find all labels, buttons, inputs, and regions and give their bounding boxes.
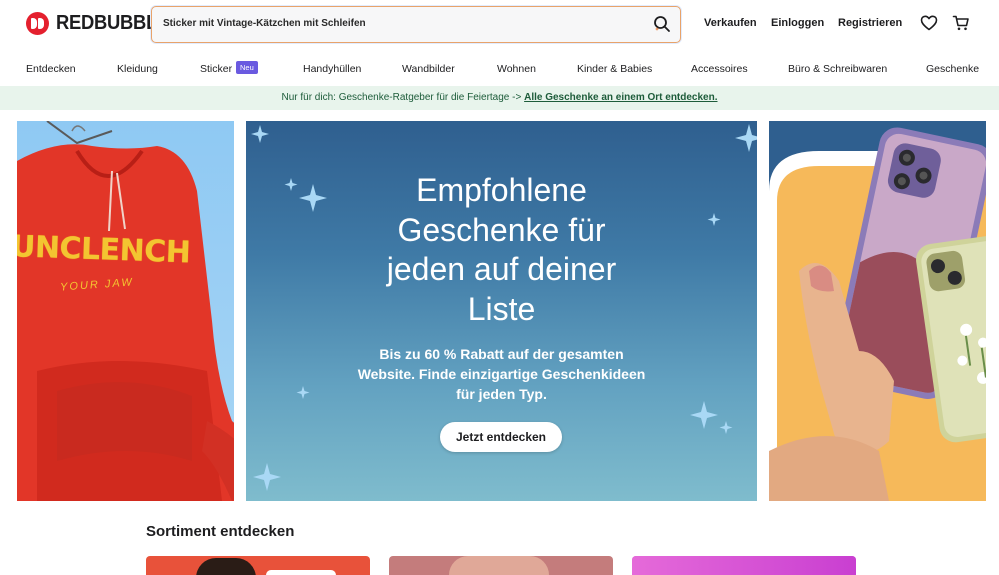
hero-subtitle: Bis zu 60 % Rabatt auf der gesamten Webs… [346,344,657,404]
nav-item-handyhuellen[interactable]: Handyhüllen [303,63,361,75]
section-title: Sortiment entdecken [146,523,295,540]
register-link[interactable]: Registrieren [838,17,902,29]
sell-link[interactable]: Verkaufen [704,17,757,29]
hero-banner: Empfohlene Geschenke für jeden auf deine… [246,121,757,501]
nav-item-kleidung[interactable]: Kleidung [117,63,158,75]
hero-title-line: Geschenke für [397,211,606,248]
hoodie-print-line1: UNCLENCH [17,229,191,271]
cart-icon[interactable] [952,14,970,32]
nav-item-buero-schreibwaren[interactable]: Büro & Schreibwaren [788,63,887,75]
nav-item-wohnen[interactable]: Wohnen [497,63,536,75]
nav-item-entdecken[interactable]: Entdecken [26,63,76,75]
hero-subtitle-line: für jeden Typ. [456,386,547,402]
hero-subtitle-line: Bis zu 60 % Rabatt auf der gesamten [379,346,624,362]
heart-icon[interactable] [920,14,938,32]
new-badge: Neu [236,61,258,74]
phone-case-illustration [769,127,986,501]
hero-title-line: Liste [467,290,536,327]
card-image-detail [266,570,336,575]
hero-title-line: jeden auf deiner [386,251,617,287]
promo-text: Nur für dich: Geschenke-Ratgeber für die… [281,92,522,103]
redbubble-logo-icon [26,12,49,35]
category-card[interactable] [632,556,856,575]
promo-banner: Nur für dich: Geschenke-Ratgeber für die… [0,86,999,110]
category-card[interactable] [389,556,613,575]
category-card[interactable] [146,556,370,575]
hero-phonecase-image[interactable] [769,121,986,501]
search-icon[interactable] [653,15,671,33]
nav-item-sticker[interactable]: Sticker [200,63,232,75]
nav-item-wandbilder[interactable]: Wandbilder [402,63,455,75]
nav-item-geschenke[interactable]: Geschenke [926,63,979,75]
explore-now-button[interactable]: Jetzt entdecken [440,422,562,452]
category-nav: Entdecken Kleidung Sticker Neu Handyhüll… [0,58,999,82]
search-field[interactable]: Sticker mit Vintage-Kätzchen mit Schleif… [151,6,681,43]
site-header: REDBUBBLE Sticker mit Vintage-Kätzchen m… [0,0,999,50]
card-image [196,558,256,575]
card-image [449,556,549,575]
login-link[interactable]: Einloggen [771,17,824,29]
hero-hoodie-image[interactable]: UNCLENCH YOUR JAW [17,121,234,501]
hero-subtitle-line: Website. Finde einzigartige Geschenkidee… [357,366,646,382]
hero-title-line: Empfohlene [416,172,587,208]
hoodie-illustration [17,121,234,501]
nav-item-accessoires[interactable]: Accessoires [691,63,748,75]
card-image [632,556,856,575]
search-input[interactable]: Sticker mit Vintage-Kätzchen mit Schleif… [163,18,366,29]
hero-title: Empfohlene Geschenke für jeden auf deine… [246,171,757,329]
promo-link[interactable]: Alle Geschenke an einem Ort entdecken. [524,92,717,103]
nav-item-kinder-babies[interactable]: Kinder & Babies [577,63,652,75]
